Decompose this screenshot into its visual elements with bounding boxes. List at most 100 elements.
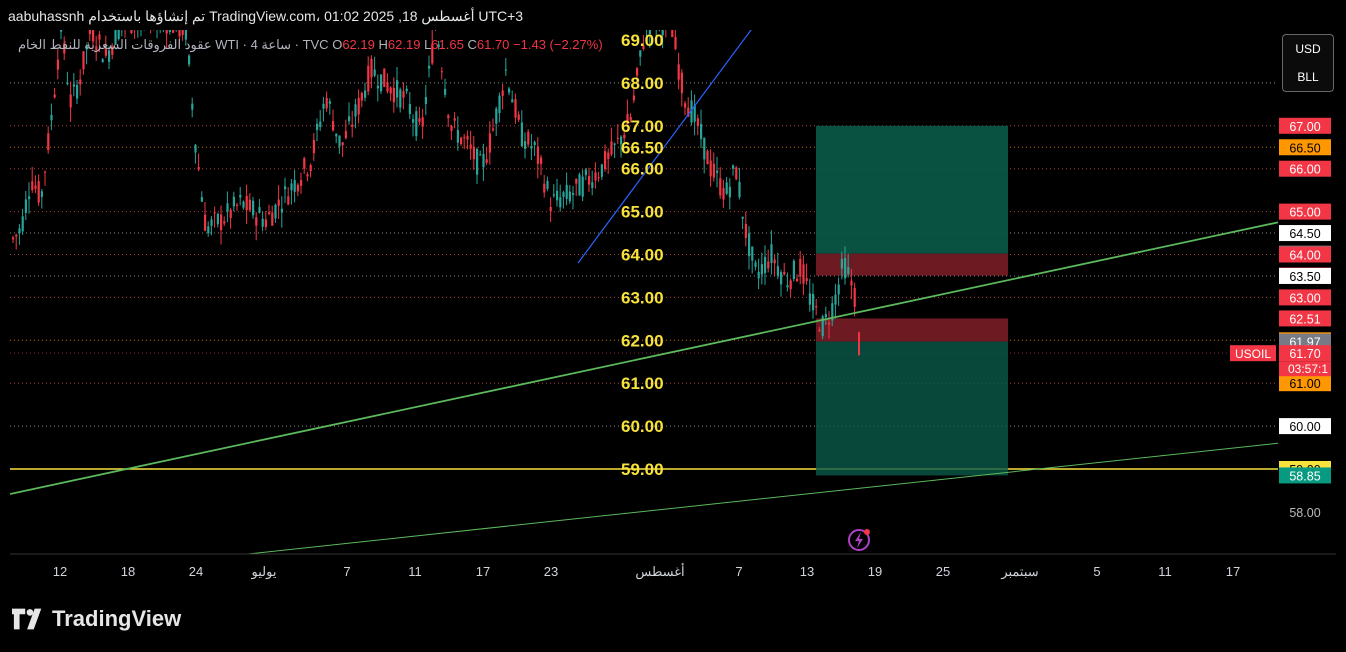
x-tick-label: أغسطس	[635, 563, 684, 580]
candle-body	[716, 170, 719, 173]
price-chart[interactable]: 69.00 68.00 67.00 66.50 66.00 65.00 64.00 63.00…	[10, 30, 1336, 586]
price-axis-label: 67.00	[1289, 120, 1320, 134]
candle-body	[543, 183, 546, 193]
candle-body	[28, 196, 31, 200]
candle-body	[472, 146, 475, 160]
x-tick-label: 5	[1093, 564, 1100, 579]
currency-label[interactable]: USD	[1283, 35, 1333, 63]
candle-body	[700, 123, 703, 140]
candle-body	[783, 271, 786, 275]
price-axis-label: 58.00	[1289, 506, 1320, 520]
candle-body	[837, 284, 840, 295]
symbol-tag-label: USOIL	[1235, 347, 1271, 361]
price-axis-label: 66.00	[1289, 163, 1320, 177]
candle-body	[485, 159, 488, 163]
candle-body	[463, 136, 466, 138]
candle-body	[447, 115, 450, 119]
candle-body	[498, 95, 501, 114]
candle-body	[389, 87, 392, 94]
candle-body	[191, 103, 194, 110]
x-tick-label: 11	[408, 564, 422, 579]
unit-label[interactable]: BLL	[1283, 63, 1333, 91]
candle-body	[479, 154, 482, 156]
x-tick-label: 25	[936, 564, 950, 579]
candle-body	[770, 244, 773, 263]
candle-body	[844, 258, 847, 279]
tradingview-logo-icon	[12, 608, 42, 630]
candle-body	[335, 133, 338, 137]
close-label: C	[467, 37, 477, 52]
candle-body	[802, 264, 805, 284]
candle-body	[12, 237, 15, 240]
candle-body	[789, 280, 792, 290]
candle-body	[559, 197, 562, 208]
candle-body	[245, 195, 248, 211]
candle-body	[725, 182, 728, 194]
candle-body	[239, 194, 242, 198]
level-label: 59.00	[621, 460, 664, 479]
candle-body	[632, 95, 635, 101]
candle-body	[530, 146, 533, 149]
candle-body	[527, 131, 530, 145]
candle-body	[312, 139, 315, 154]
candle-body	[549, 206, 552, 212]
candle-body	[37, 181, 40, 203]
candle-body	[764, 256, 767, 274]
candle-body	[31, 181, 34, 191]
candle-body	[226, 203, 229, 212]
candle-body	[450, 125, 453, 131]
candle-body	[197, 167, 200, 170]
candle-body	[780, 272, 783, 285]
level-label: 62.00	[621, 331, 664, 350]
unit-selector[interactable]: USD BLL	[1282, 34, 1334, 92]
candle-body	[232, 196, 235, 207]
candle-body	[751, 246, 754, 261]
candle-body	[824, 314, 827, 318]
high-label: H	[378, 37, 388, 52]
lightning-icon	[848, 529, 870, 551]
candle-body	[466, 135, 469, 140]
candle-body	[556, 190, 559, 201]
candle-body	[511, 99, 514, 103]
candle-body	[412, 119, 415, 123]
candle-body	[344, 131, 347, 139]
candle-body	[514, 98, 517, 118]
candle-body	[402, 91, 405, 98]
change-value: −1.43 (−2.27%)	[513, 37, 603, 52]
candle-body	[709, 160, 712, 177]
candle-body	[325, 97, 328, 109]
candle-body	[469, 144, 472, 149]
candle-body	[712, 163, 715, 178]
candle-body	[728, 186, 731, 198]
candle-body	[56, 59, 59, 70]
candle-body	[60, 30, 63, 32]
candle-body	[207, 226, 210, 234]
candle-body	[639, 50, 642, 57]
candle-body	[597, 177, 600, 179]
candle-body	[24, 199, 27, 213]
lightning-icon-bolt	[855, 532, 863, 548]
candle-body	[520, 122, 523, 147]
candle-body	[610, 141, 613, 155]
candle-body	[796, 278, 799, 282]
candle-body	[277, 199, 280, 206]
price-axis-label: 65.00	[1289, 206, 1320, 220]
candle-body	[440, 71, 443, 73]
candle-body	[271, 212, 274, 226]
candle-body	[476, 148, 479, 175]
candle-body	[578, 174, 581, 196]
candle-body	[607, 152, 610, 160]
candle-body	[15, 234, 18, 237]
level-label: 61.00	[621, 374, 664, 393]
candle-body	[380, 74, 383, 92]
candle-body	[284, 186, 287, 190]
candle-body	[392, 87, 395, 103]
candle-body	[236, 204, 239, 206]
candle-body	[252, 200, 255, 216]
chart-area[interactable]: 69.00 68.00 67.00 66.50 66.00 65.00 64.00 63.00…	[10, 30, 1336, 586]
candle-body	[229, 209, 232, 218]
candle-body	[287, 196, 290, 205]
candle-body	[370, 58, 373, 78]
candle-body	[357, 97, 360, 115]
candle-body	[680, 72, 683, 94]
